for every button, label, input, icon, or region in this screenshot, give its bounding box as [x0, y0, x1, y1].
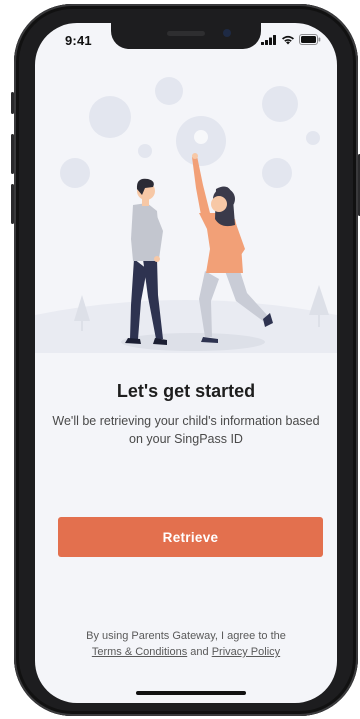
volume-up-button — [11, 134, 14, 174]
bubble-shape — [194, 130, 208, 144]
terms-and: and — [190, 646, 209, 658]
shadow-shape — [121, 333, 265, 351]
bubble-shape — [138, 144, 152, 158]
retrieve-button[interactable]: Retrieve — [58, 517, 323, 557]
mute-switch — [11, 92, 14, 114]
status-icons — [261, 34, 321, 45]
page-subtitle: We'll be retrieving your child's informa… — [52, 414, 320, 446]
bubble-shape — [262, 86, 298, 122]
terms-footer: By using Parents Gateway, I agree to the… — [45, 628, 327, 660]
bubble-shape — [306, 131, 320, 145]
bubble-shape — [155, 77, 183, 105]
home-indicator[interactable] — [136, 691, 246, 695]
app-stage: 9:41 Let's get started We'll be retrievi… — [0, 0, 360, 719]
terms-link[interactable]: Terms & Conditions — [92, 646, 187, 658]
tree-icon — [309, 285, 329, 315]
page-title: Let's get started — [116, 381, 256, 401]
wifi-icon — [282, 35, 294, 44]
privacy-link[interactable]: Privacy Policy — [212, 646, 280, 658]
tree-trunk — [318, 315, 320, 327]
bubble-shape — [262, 158, 292, 188]
status-time: 9:41 — [65, 33, 92, 48]
bubble-shape — [60, 158, 90, 188]
speaker-grille — [167, 31, 205, 36]
volume-down-button — [11, 184, 14, 224]
terms-prefix: By using Parents Gateway, I agree to the — [86, 630, 286, 642]
battery-icon — [299, 34, 321, 45]
app-screen: 9:41 Let's get started We'll be retrievi… — [35, 23, 337, 703]
bubble-shape — [89, 96, 131, 138]
onboarding-illustration — [35, 77, 337, 353]
device-notch — [111, 23, 261, 49]
front-camera — [223, 29, 231, 37]
signal-icon — [261, 34, 276, 45]
tree-trunk — [81, 321, 83, 331]
